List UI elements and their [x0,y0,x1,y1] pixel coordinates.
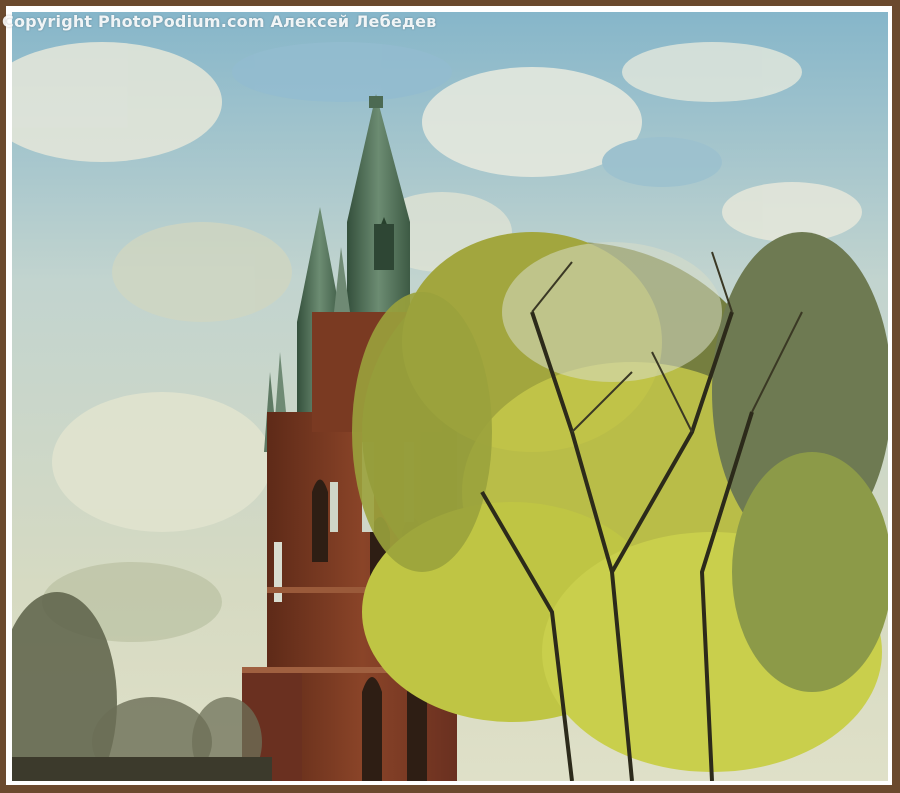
photo [12,12,888,781]
picture-frame: Copyright PhotoPodium.com Алексей Лебеде… [0,0,900,793]
church-scene [12,12,888,781]
copyright-watermark: Copyright PhotoPodium.com Алексей Лебеде… [2,12,437,31]
